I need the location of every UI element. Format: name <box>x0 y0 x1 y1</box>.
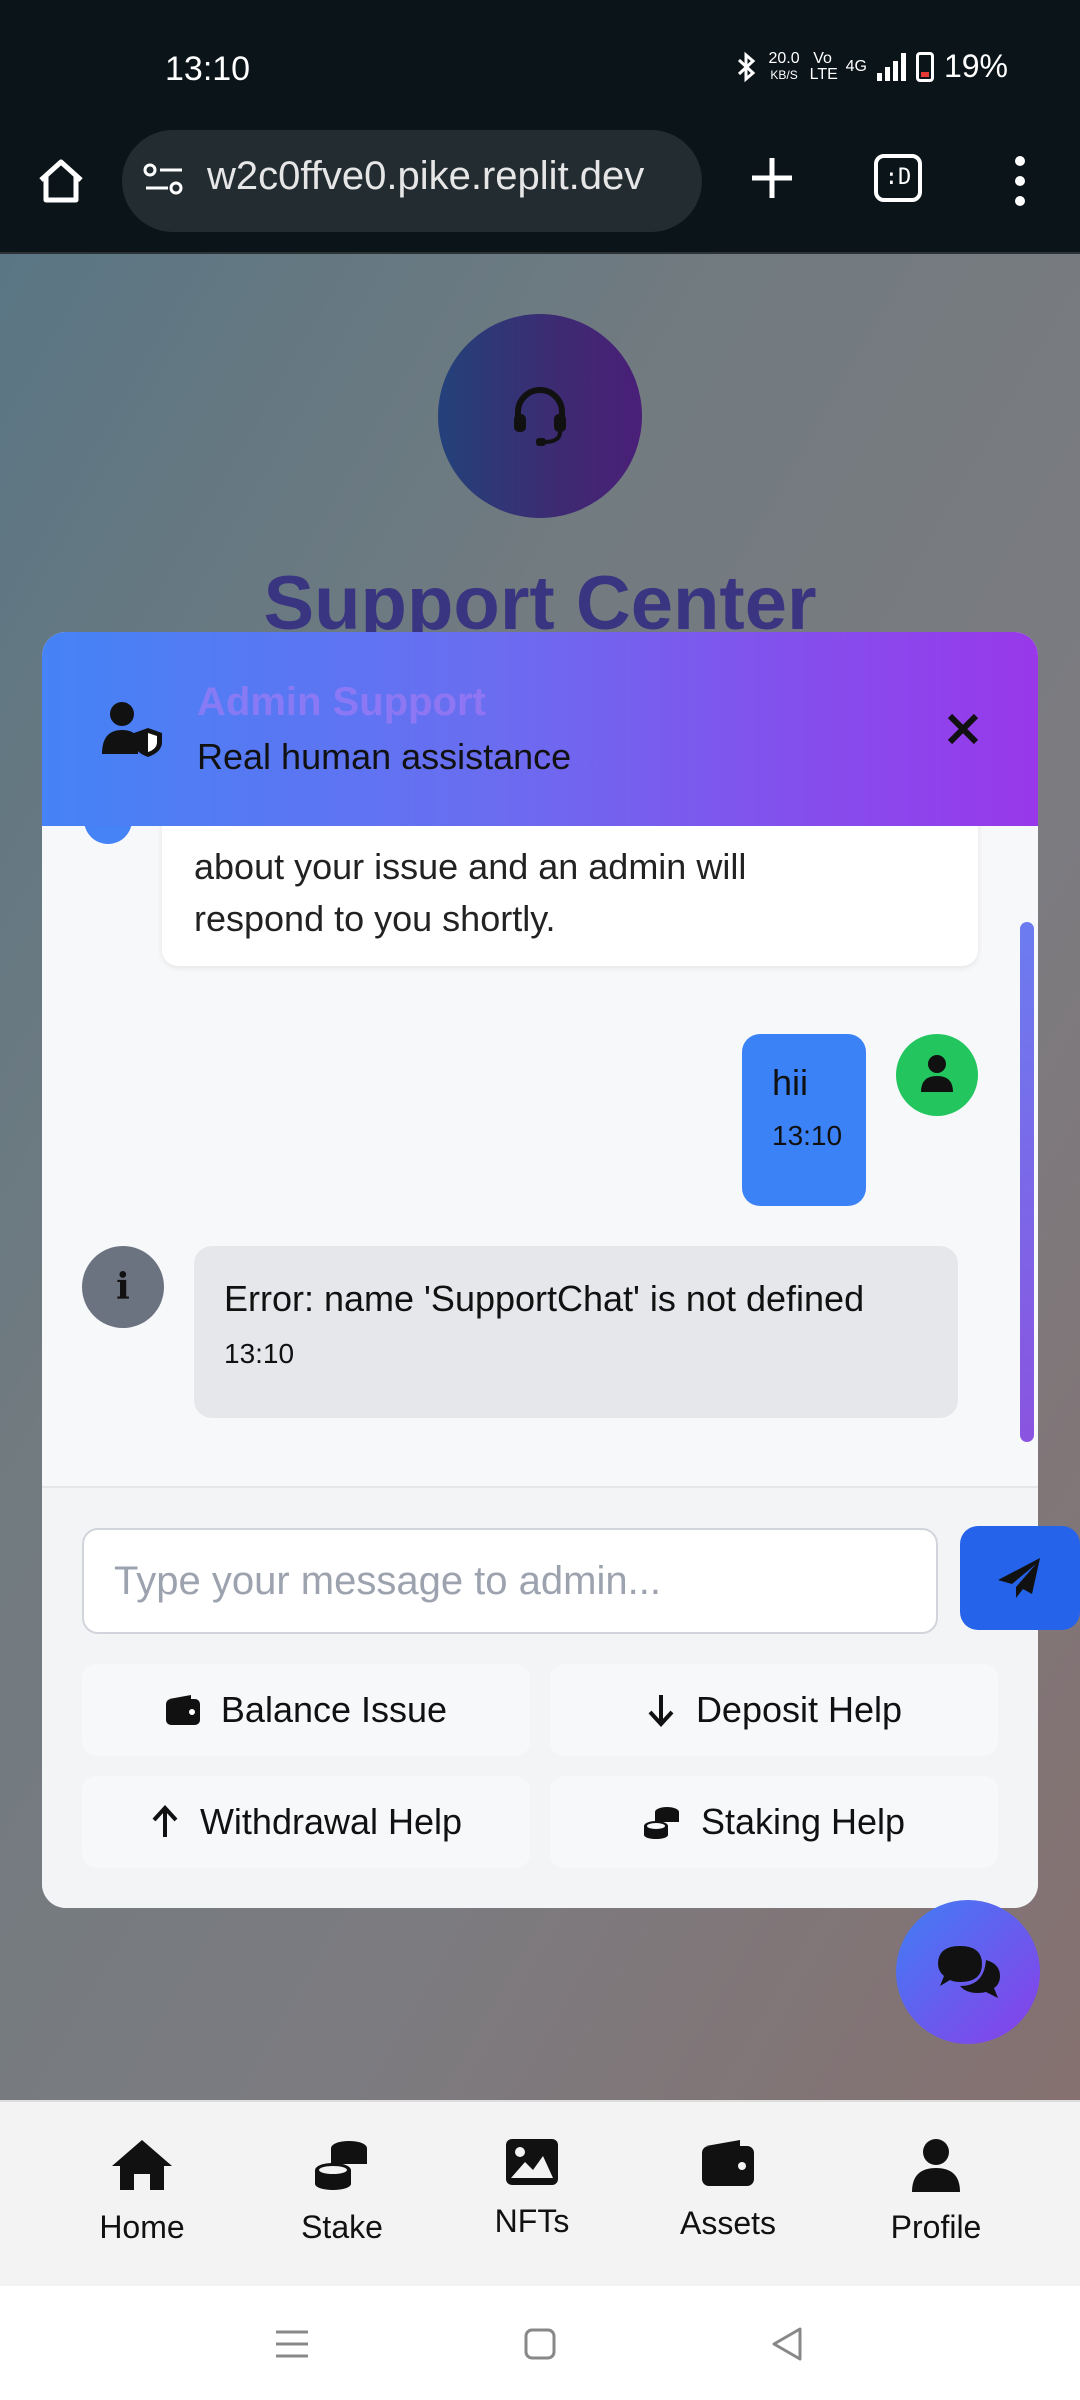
arrow-up-icon <box>152 1805 178 1837</box>
signal-icon <box>876 52 906 81</box>
admin-message: about your issue and an admin will respo… <box>162 826 978 966</box>
bluetooth-icon <box>738 51 756 82</box>
support-avatar <box>438 314 642 518</box>
bottom-navigation: Home Stake NFTs Assets Profile <box>0 2100 1080 2286</box>
chat-header: Admin Support Real human assistance <box>42 632 1038 826</box>
send-button[interactable] <box>960 1526 1080 1630</box>
user-message-time: 13:10 <box>772 1120 843 1151</box>
recent-apps-icon[interactable] <box>274 2328 310 2360</box>
nav-nfts[interactable]: NFTs <box>452 2138 612 2240</box>
system-message-time: 13:10 <box>224 1338 295 1369</box>
admin-avatar <box>84 826 132 844</box>
close-icon[interactable] <box>938 704 988 754</box>
nav-assets[interactable]: Assets <box>648 2138 808 2242</box>
headset-icon <box>514 387 566 446</box>
system-navigation-bar <box>0 2286 1080 2400</box>
url-text: w2c0ffve0.pike.replit.dev <box>207 154 645 198</box>
battery-icon <box>915 51 934 82</box>
wallet-icon <box>165 1695 200 1725</box>
home-icon[interactable] <box>36 156 86 206</box>
staking-help-button[interactable]: Staking Help <box>550 1776 998 1868</box>
home-icon <box>112 2140 172 2190</box>
message-input[interactable] <box>82 1528 938 1634</box>
volte-indicator: Vo LTE <box>809 49 838 83</box>
admin-user-shield-icon <box>102 702 162 757</box>
coins-icon <box>315 2141 367 2190</box>
net-speed: 20.0 KB/S <box>768 49 800 82</box>
system-message: Error: name 'SupportChat' is not defined… <box>194 1246 958 1418</box>
back-icon[interactable] <box>770 2326 804 2362</box>
chat-panel: Admin Support Real human assistance abou… <box>42 632 1038 1908</box>
withdrawal-help-button[interactable]: Withdrawal Help <box>82 1776 530 1868</box>
chat-toggle-button[interactable] <box>896 1900 1040 2044</box>
chat-subtitle: Real human assistance <box>197 736 572 777</box>
wallet-icon <box>702 2140 754 2186</box>
coins-icon <box>643 1807 679 1839</box>
deposit-help-button[interactable]: Deposit Help <box>550 1664 998 1756</box>
page-background: Support Center Admin Support Real human … <box>0 254 1080 2100</box>
info-icon: i <box>82 1246 164 1328</box>
user-icon <box>921 1055 953 1092</box>
comments-icon <box>938 1946 1000 1998</box>
user-message-text: hii <box>772 1062 809 1103</box>
chat-title: Admin Support <box>197 680 486 724</box>
user-icon <box>912 2139 960 2192</box>
message-composer: Balance Issue Deposit Help Withdrawal He… <box>42 1486 1038 1908</box>
system-message-text: Error: name 'SupportChat' is not defined <box>224 1278 865 1319</box>
nav-home[interactable]: Home <box>62 2138 222 2246</box>
new-tab-icon[interactable] <box>744 150 800 206</box>
battery-percent: 19% <box>943 48 1008 84</box>
message-list[interactable]: about your issue and an admin will respo… <box>42 826 1038 1486</box>
tab-switcher-button[interactable]: :D <box>874 154 922 202</box>
more-menu-icon[interactable] <box>1010 152 1030 212</box>
site-settings-icon[interactable] <box>142 160 186 200</box>
nav-profile[interactable]: Profile <box>856 2138 1016 2246</box>
status-indicators: 20.0 KB/S Vo LTE 4G 19% <box>736 48 1008 85</box>
home-button-icon[interactable] <box>524 2328 556 2360</box>
nav-stake[interactable]: Stake <box>262 2138 422 2246</box>
status-bar: 13:10 20.0 KB/S Vo LTE 4G 19% <box>0 0 1080 130</box>
network-type: 4G <box>845 57 867 75</box>
paper-plane-icon <box>998 1558 1040 1598</box>
address-bar[interactable]: w2c0ffve0.pike.replit.dev <box>122 130 702 232</box>
status-time: 13:10 <box>165 50 251 88</box>
scrollbar[interactable] <box>1020 922 1034 1442</box>
balance-issue-button[interactable]: Balance Issue <box>82 1664 530 1756</box>
image-icon <box>506 2139 558 2185</box>
browser-toolbar: w2c0ffve0.pike.replit.dev :D <box>0 130 1080 254</box>
arrow-down-icon <box>648 1695 674 1727</box>
user-message: hii 13:10 <box>742 1034 866 1206</box>
user-avatar <box>896 1034 978 1116</box>
